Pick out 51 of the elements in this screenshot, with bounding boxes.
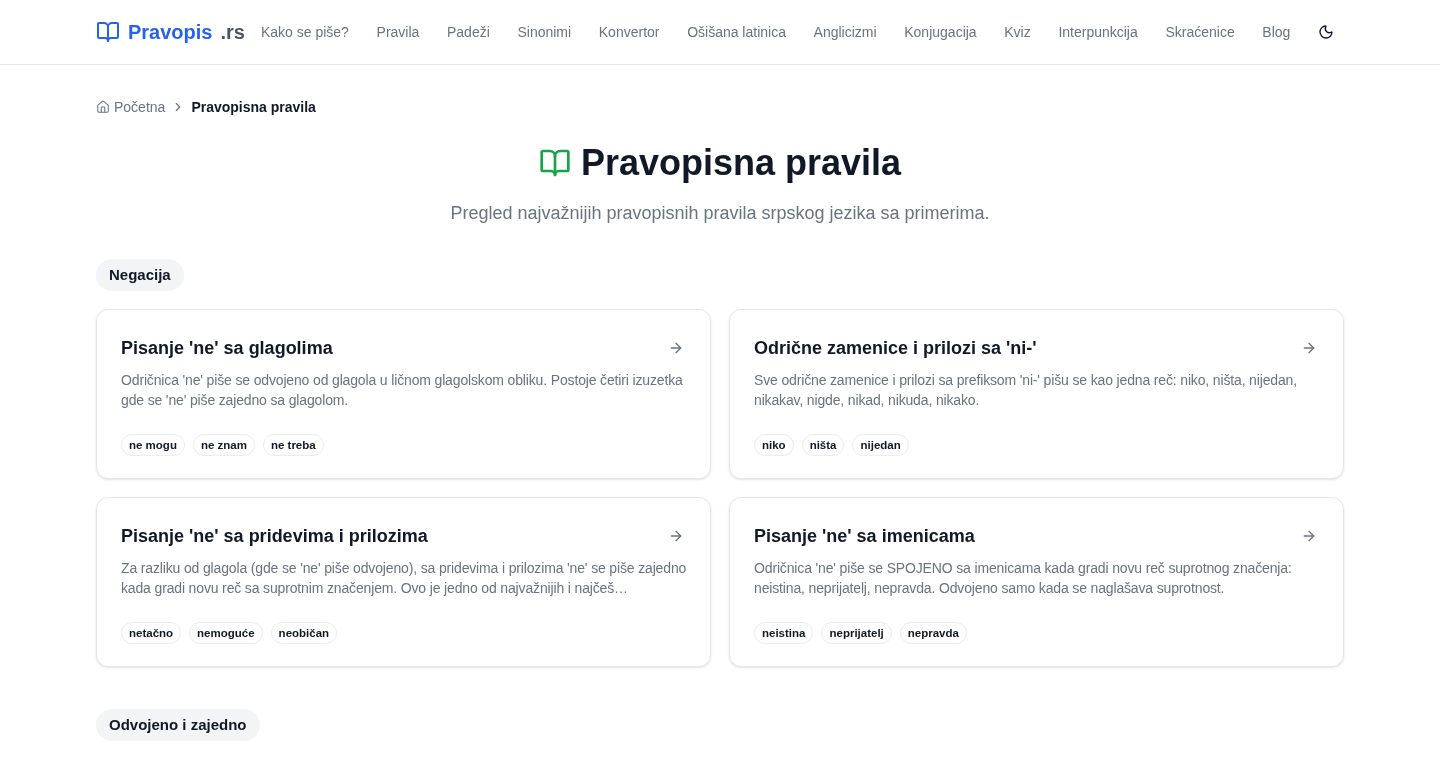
nav-link[interactable]: Padeži bbox=[447, 24, 490, 40]
rule-card[interactable] bbox=[729, 497, 1344, 667]
nav-link[interactable]: Konjugacija bbox=[904, 24, 977, 40]
book-icon bbox=[538, 147, 571, 179]
section-heading: Negacija bbox=[96, 259, 184, 291]
nav-link[interactable]: Blog bbox=[1262, 24, 1291, 40]
example-tag: ne mogu bbox=[121, 434, 185, 456]
card-description: Za razliku od glagola (gde se 'ne' piše odvojeno), sa pridevima i prilozima 'ne' se piše zajedno kada gradi novu reč sa suprotnim značenjem. Ovo je jedno od najvažnijih i najčeš… bbox=[121, 559, 688, 598]
moon-icon bbox=[1318, 24, 1334, 40]
nav-link[interactable]: Ošišana latinica bbox=[687, 24, 786, 40]
card-title: Pisanje 'ne' sa pridevima i prilozima bbox=[121, 525, 428, 548]
arrow-icon bbox=[1301, 528, 1317, 544]
rule-card[interactable]: Odrične zamenice i prilozi sa 'ni-' Sve odrične zamenice i prilozi sa prefiksom 'ni-' pišu se kao jedna reč: niko, ništa, nijedan, nikakav, nigde, nikad, nikuda, nikako. niko ništa nijedan bbox=[729, 309, 1344, 479]
example-tag: ne znam bbox=[192, 434, 255, 456]
example-tag: niko bbox=[754, 434, 794, 456]
example-tag: nemoguće bbox=[189, 622, 263, 644]
example-tag: neistina bbox=[754, 622, 814, 644]
example-tag: nijedan bbox=[852, 434, 909, 456]
card-title: Pisanje 'ne' sa glagolima bbox=[121, 337, 333, 360]
nav-link[interactable]: Skraćenice bbox=[1165, 24, 1235, 40]
example-tag: ništa bbox=[801, 434, 845, 456]
card-description: Odričnica 'ne' piše se SPOJENO sa imenicama kada gradi novu reč suprotnog značenja: neistina, neprijatelj, nepravda. Odvojeno samo kada se naglašava suprotnost. bbox=[754, 559, 1293, 598]
card-title: Pisanje 'ne' sa imenicama bbox=[754, 525, 975, 548]
card-title: Odrične zamenice i prilozi sa 'ni-' bbox=[754, 337, 1037, 360]
page-title: Pravopisna pravila bbox=[580, 143, 902, 183]
example-tag: netačno bbox=[121, 622, 182, 644]
arrow-icon bbox=[1301, 340, 1317, 356]
example-tag: neprijatelj bbox=[821, 622, 892, 644]
section-heading: Odvojeno i zajedno bbox=[96, 709, 260, 741]
nav-link[interactable]: Anglicizmi bbox=[813, 24, 877, 40]
home-icon bbox=[96, 100, 110, 114]
nav-link[interactable]: Sinonimi bbox=[517, 24, 572, 40]
nav-link[interactable]: Pravila bbox=[376, 24, 420, 40]
breadcrumb-current: Pravopisna pravila bbox=[191, 99, 316, 115]
card-description: Sve odrične zamenice i prilozi sa prefiksom 'ni-' pišu se kao jedna reč: niko, ništa, nijedan, nikakav, nigde, nikad, nikuda, nikako. bbox=[754, 371, 1298, 410]
theme-toggle-button[interactable] bbox=[1318, 24, 1334, 40]
rule-card[interactable] bbox=[96, 497, 711, 667]
example-tag: ne treba bbox=[262, 434, 324, 456]
example-tag: nepravda bbox=[899, 622, 967, 644]
nav-link[interactable]: Konvertor bbox=[598, 24, 660, 40]
card-description: Odričnica 'ne' piše se odvojeno od glagola u ličnom glagolskom obliku. Postoje četiri izuzetka gde se 'ne' piše zajedno sa glagolom. bbox=[121, 371, 684, 410]
nav-link[interactable]: Kako se piše? bbox=[260, 24, 349, 40]
book-icon bbox=[96, 20, 120, 44]
breadcrumb-link[interactable]: Početna bbox=[96, 99, 166, 115]
page-subtitle: Pregled najvažnijih pravopisnih pravila srpskog jezika sa primerima. bbox=[450, 202, 990, 225]
nav-link[interactable]: Interpunkcija bbox=[1058, 24, 1138, 40]
site-logo[interactable]: Pravopis .rs bbox=[96, 20, 245, 44]
nav-link[interactable]: Kviz bbox=[1004, 24, 1031, 40]
rule-card[interactable]: Pisanje 'ne' sa glagolima Odričnica 'ne' piše se odvojeno od glagola u ličnom glagolskom obliku. Postoje četiri izuzetka gde se 'ne' piše zajedno sa glagolom. ne mogu ne znam ne treba bbox=[96, 309, 711, 479]
arrow-icon bbox=[668, 528, 684, 544]
example-tag: neobičan bbox=[270, 622, 338, 644]
